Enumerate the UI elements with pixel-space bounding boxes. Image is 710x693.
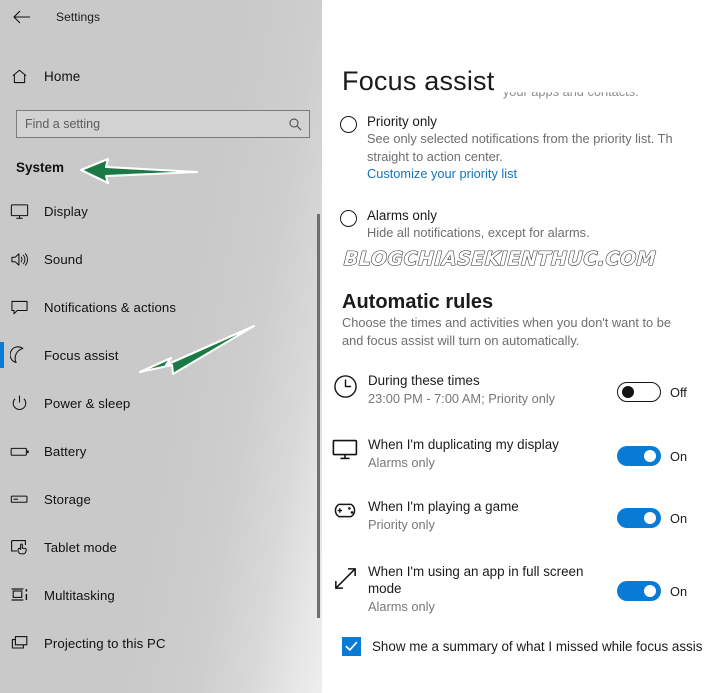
drive-icon (10, 492, 44, 506)
sidebar-scrollbar[interactable] (317, 214, 320, 618)
toggle-duplicating-display-state: On (670, 448, 688, 464)
sidebar-item-projecting-label: Projecting to this PC (44, 635, 166, 651)
radio-priority-only-desc-2: straight to action center. (367, 149, 503, 164)
title-bar: Settings (0, 0, 322, 34)
radio-priority-only-label: Priority only (367, 114, 437, 129)
toggle-full-screen-app[interactable]: On (617, 581, 687, 601)
clock-icon (322, 372, 368, 399)
toggle-duplicating-display-switch[interactable] (617, 446, 661, 466)
summary-checkbox-label: Show me a summary of what I missed while… (372, 639, 703, 654)
toggle-during-these-times[interactable]: Off (617, 382, 687, 402)
automatic-rules-description-line-1: Choose the times and activities when you… (342, 315, 671, 330)
toggle-during-these-times-state: Off (670, 384, 687, 400)
sidebar-nav-list: Display Sound Notifications & actions Fo… (0, 187, 322, 667)
sidebar-item-sound[interactable]: Sound (0, 235, 322, 283)
tablet-touch-icon (10, 538, 44, 556)
sidebar-item-power-sleep-label: Power & sleep (44, 395, 131, 411)
automatic-rules-description-line-2: and focus assist will turn on automatica… (342, 333, 580, 348)
automatic-rules-heading: Automatic rules (342, 290, 494, 313)
radio-alarms-only-mark[interactable] (340, 210, 357, 227)
back-arrow-icon (12, 10, 30, 24)
toggle-duplicating-display[interactable]: On (617, 446, 687, 466)
radio-option-alarms-only[interactable]: Alarms only Hide all notifications, exce… (340, 208, 710, 241)
radio-alarms-only-desc: Hide all notifications, except for alarm… (367, 225, 590, 240)
chat-bubble-icon (10, 299, 44, 316)
sidebar-item-display-label: Display (44, 203, 88, 219)
watermark: BLOGCHIASEKIENTHUC.COM (343, 247, 657, 270)
home-icon (10, 67, 44, 86)
battery-icon (10, 444, 44, 459)
customize-priority-list-link[interactable]: Customize your priority list (367, 166, 673, 181)
sidebar-item-storage-label: Storage (44, 491, 91, 507)
toggle-knob (622, 386, 634, 398)
multitask-icon (10, 586, 44, 604)
checkmark-icon (345, 641, 358, 651)
radio-option-priority-only[interactable]: Priority only See only selected notifica… (340, 114, 710, 181)
toggle-full-screen-app-switch[interactable] (617, 581, 661, 601)
sidebar-item-battery-label: Battery (44, 443, 87, 459)
toggle-during-these-times-switch[interactable] (617, 382, 661, 402)
radio-priority-only-mark[interactable] (340, 116, 357, 133)
monitor-icon (322, 436, 368, 461)
toggle-knob (644, 585, 656, 597)
page-title: Focus assist (342, 66, 501, 98)
toggle-knob (644, 450, 656, 462)
toggle-knob (644, 512, 656, 524)
summary-checkbox-row[interactable]: Show me a summary of what I missed while… (342, 637, 702, 656)
sidebar-item-tablet-mode[interactable]: Tablet mode (0, 523, 322, 571)
toggle-playing-a-game-state: On (670, 510, 688, 526)
sidebar-section-header: System (16, 160, 65, 175)
sidebar-item-notifications-label: Notifications & actions (44, 299, 177, 315)
sidebar-item-battery[interactable]: Battery (0, 427, 322, 475)
radio-priority-only-desc-1: See only selected notifications from the… (367, 131, 673, 146)
settings-sidebar: Settings Home System (0, 0, 322, 693)
sidebar-item-storage[interactable]: Storage (0, 475, 322, 523)
sidebar-item-focus-assist-label: Focus assist (44, 347, 119, 363)
project-icon (10, 634, 44, 652)
sidebar-item-multitasking[interactable]: Multitasking (0, 571, 322, 619)
app-title: Settings (56, 10, 101, 24)
toggle-playing-a-game-switch[interactable] (617, 508, 661, 528)
sidebar-item-power-sleep[interactable]: Power & sleep (0, 379, 322, 427)
focus-assist-panel: Get all notifications from your apps and… (322, 0, 710, 693)
sidebar-item-focus-assist[interactable]: Focus assist (0, 331, 322, 379)
monitor-icon (10, 203, 44, 220)
toggle-playing-a-game[interactable]: On (617, 508, 687, 528)
back-button[interactable] (0, 2, 42, 32)
toggle-full-screen-app-state: On (670, 583, 688, 599)
sidebar-item-tablet-mode-label: Tablet mode (44, 539, 117, 555)
sidebar-item-display[interactable]: Display (0, 187, 322, 235)
search-container (16, 110, 310, 138)
search-input[interactable] (17, 117, 281, 131)
sidebar-item-notifications[interactable]: Notifications & actions (0, 283, 322, 331)
sidebar-item-sound-label: Sound (44, 251, 83, 267)
search-icon[interactable] (281, 117, 309, 132)
sidebar-item-multitasking-label: Multitasking (44, 587, 115, 603)
summary-checkbox[interactable] (342, 637, 361, 656)
automatic-rules-description: Choose the times and activities when you… (342, 314, 671, 350)
moon-icon (10, 345, 44, 365)
fullscreen-arrows-icon (322, 563, 368, 592)
gamepad-icon (322, 498, 368, 521)
sidebar-item-home[interactable]: Home (0, 58, 322, 94)
sidebar-item-projecting[interactable]: Projecting to this PC (0, 619, 322, 667)
rule-full-screen-app-title: When I'm using an app in full screen (368, 564, 584, 579)
search-box[interactable] (16, 110, 310, 138)
speaker-icon (10, 251, 44, 268)
power-icon (10, 394, 44, 413)
sidebar-item-home-label: Home (44, 68, 81, 84)
radio-alarms-only-label: Alarms only (367, 208, 437, 223)
